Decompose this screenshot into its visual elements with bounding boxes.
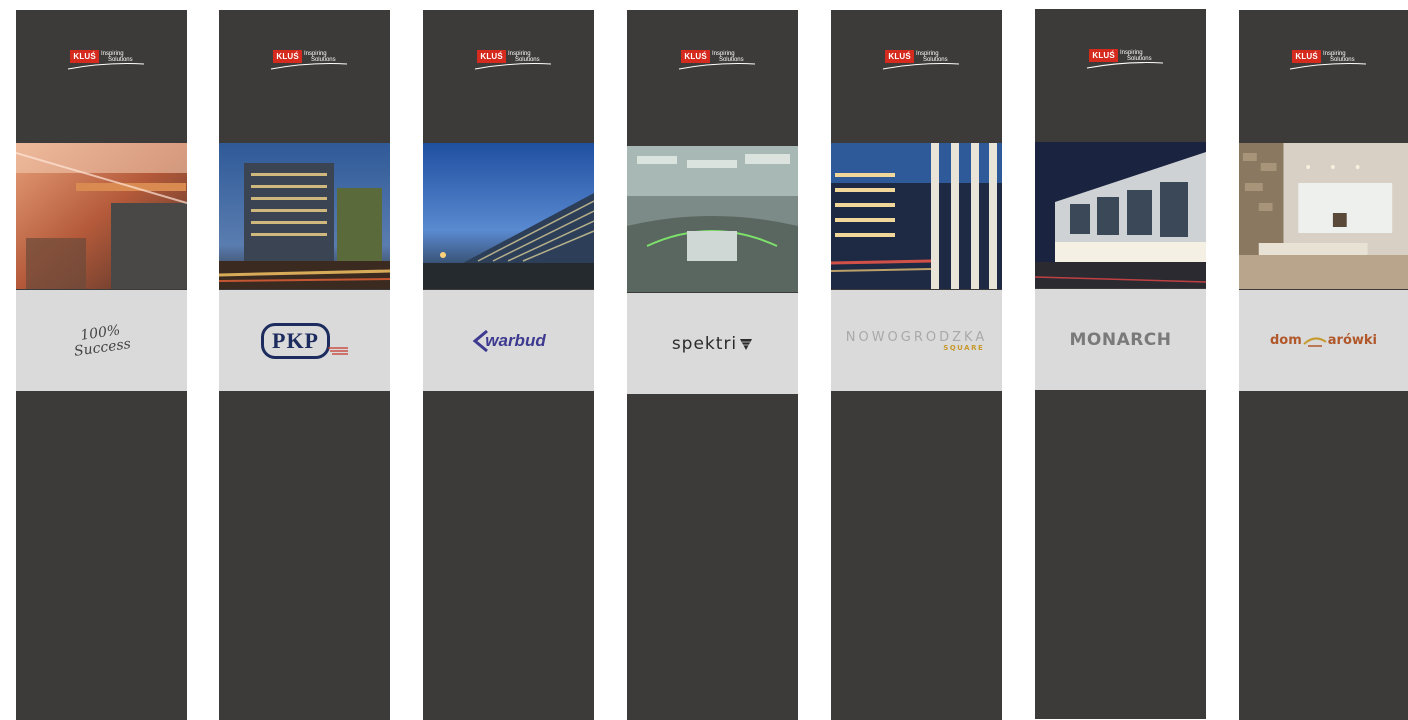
banner-2: KLUŚ Inspiring Solutions PKP (219, 10, 390, 720)
client-logo-band: 100% Success (16, 290, 187, 391)
banner-5: KLUŚ Inspiring Solutions NOWOGRODZKA SQUA… (831, 10, 1002, 720)
klus-logo: KLUŚ Inspiring Solutions (16, 50, 187, 80)
client-logo-nowogrodzka: NOWOGRODZKA SQUARE (845, 329, 988, 352)
klus-logo: KLUŚ Inspiring Solutions (627, 50, 798, 80)
client-logo-dom-bez-zarowki: dom arówki (1269, 333, 1378, 348)
logo-swoosh-icon (271, 63, 348, 70)
logo-swoosh-icon (475, 63, 552, 70)
spektri-triangle-icon (740, 338, 753, 350)
klus-logo: KLUŚ Inspiring Solutions (219, 50, 390, 80)
photo-facade-night (831, 143, 1002, 289)
bulb-mark-icon (1303, 337, 1327, 347)
client-logo-band: MONARCH (1035, 289, 1206, 390)
logo-swoosh-icon (68, 63, 145, 70)
photo-office-building-night (219, 143, 390, 289)
client-logo-band: spektri (627, 293, 798, 394)
client-logo-band: PKP (219, 290, 390, 391)
client-logo-monarch: MONARCH (1069, 329, 1172, 350)
logo-swoosh-icon (883, 63, 960, 70)
photo-atrium-interior (627, 146, 798, 292)
banner-7: KLUŚ Inspiring Solutions dom arówki (1239, 10, 1408, 720)
photo-interior-brick (16, 143, 187, 289)
banner-3: KLUŚ Inspiring Solutions warbud (423, 10, 594, 720)
logo-swoosh-icon (679, 63, 756, 70)
client-logo-100-success: 100% Success (73, 321, 132, 360)
client-logo-pkp: PKP (261, 322, 348, 359)
client-logo-warbud: warbud (471, 329, 546, 353)
client-logo-band: NOWOGRODZKA SQUARE (831, 290, 1002, 391)
klus-logo: KLUŚ Inspiring Solutions (831, 50, 1002, 80)
logo-swoosh-icon (1290, 63, 1367, 70)
banner-1: KLUŚ Inspiring Solutions 100% Success (16, 10, 187, 720)
banner-4: KLUŚ Inspiring Solutions spektri (627, 10, 798, 720)
klus-logo: KLUŚ Inspiring Solutions (1035, 49, 1206, 79)
photo-kitchen-interior (1239, 143, 1408, 289)
photo-storefront-night (1035, 142, 1206, 288)
client-logo-band: dom arówki (1239, 290, 1408, 391)
client-logo-spektri: spektri (672, 334, 753, 354)
klus-logo: KLUŚ Inspiring Solutions (1239, 50, 1408, 80)
client-logo-band: warbud (423, 290, 594, 391)
photo-modern-building-dusk (423, 143, 594, 289)
logo-swoosh-icon (1087, 62, 1164, 69)
banner-6: KLUŚ Inspiring Solutions MONARCH (1035, 9, 1206, 719)
klus-logo: KLUŚ Inspiring Solutions (423, 50, 594, 80)
pkp-stripes-icon (328, 346, 348, 355)
